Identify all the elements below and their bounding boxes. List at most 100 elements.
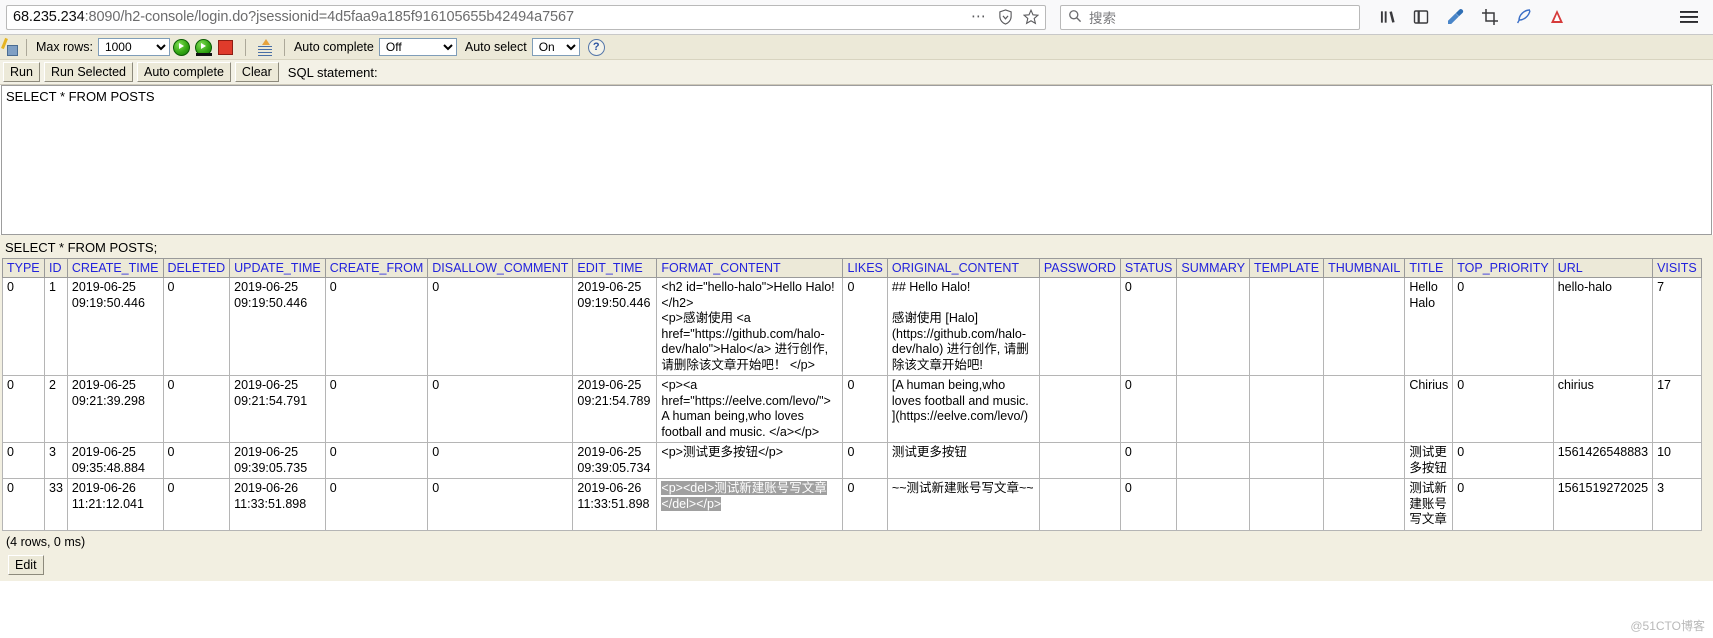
- cell-original-content[interactable]: [A human being,who loves football and mu…: [886, 375, 1040, 443]
- cell-deleted[interactable]: 0: [162, 375, 231, 443]
- column-header-status[interactable]: STATUS: [1119, 258, 1178, 278]
- table-row[interactable]: 0 3 2019-06-25 09:35:48.884 0 2019-06-25 09:…: [2, 442, 1702, 479]
- cell-likes[interactable]: 0: [842, 375, 888, 443]
- pocket-icon[interactable]: [1549, 9, 1565, 25]
- column-header-password[interactable]: PASSWORD: [1038, 258, 1121, 278]
- cell-id[interactable]: 33: [44, 478, 68, 531]
- cell-summary[interactable]: [1176, 277, 1251, 376]
- cell-type[interactable]: 0: [2, 478, 45, 531]
- sidebar-icon[interactable]: [1413, 9, 1429, 25]
- stop-button-icon[interactable]: [216, 37, 236, 57]
- cell-create-from[interactable]: 0: [324, 277, 429, 376]
- auto-complete-select[interactable]: Off: [378, 38, 457, 56]
- cell-disallow-comment[interactable]: 0: [427, 442, 574, 479]
- column-header-visits[interactable]: VISITS: [1652, 258, 1702, 278]
- cell-format-content[interactable]: <p><a href="https://eelve.com/levo/">A h…: [656, 375, 844, 443]
- cell-visits[interactable]: 10: [1652, 442, 1702, 479]
- column-header-top-priority[interactable]: TOP_PRIORITY: [1452, 258, 1554, 278]
- cell-template[interactable]: [1249, 478, 1325, 531]
- cell-original-content[interactable]: ~~测试新建账号写文章~~: [886, 478, 1040, 531]
- cell-update-time[interactable]: 2019-06-26 11:33:51.898: [229, 478, 326, 531]
- cell-thumbnail[interactable]: [1323, 277, 1406, 376]
- shield-icon[interactable]: [998, 9, 1013, 25]
- cell-disallow-comment[interactable]: 0: [427, 478, 574, 531]
- column-header-edit-time[interactable]: EDIT_TIME: [572, 258, 658, 278]
- cell-password[interactable]: [1038, 375, 1121, 443]
- column-header-url[interactable]: URL: [1552, 258, 1654, 278]
- cell-deleted[interactable]: 0: [162, 442, 231, 479]
- column-header-update-time[interactable]: UPDATE_TIME: [229, 258, 326, 278]
- column-header-create-time[interactable]: CREATE_TIME: [66, 258, 164, 278]
- cell-thumbnail[interactable]: [1323, 478, 1406, 531]
- table-row[interactable]: 0 2 2019-06-25 09:21:39.298 0 2019-06-25 09:…: [2, 375, 1702, 443]
- cell-password[interactable]: [1038, 442, 1121, 479]
- edit-button[interactable]: Edit: [8, 554, 44, 575]
- cell-create-time[interactable]: 2019-06-25 09:19:50.446: [66, 277, 164, 376]
- sql-editor[interactable]: SELECT * FROM POSTS: [1, 85, 1712, 235]
- search-box[interactable]: 搜索: [1060, 4, 1360, 30]
- cell-visits[interactable]: 7: [1652, 277, 1702, 376]
- cell-type[interactable]: 0: [2, 277, 45, 376]
- page-actions-icon[interactable]: ⋯: [971, 9, 988, 24]
- cell-create-time[interactable]: 2019-06-25 09:35:48.884: [66, 442, 164, 479]
- cell-visits[interactable]: 17: [1652, 375, 1702, 443]
- cell-likes[interactable]: 0: [842, 478, 888, 531]
- cell-visits[interactable]: 3: [1652, 478, 1702, 531]
- column-header-type[interactable]: TYPE: [2, 258, 45, 278]
- cell-url[interactable]: 1561519272025: [1552, 478, 1654, 531]
- column-header-likes[interactable]: LIKES: [842, 258, 888, 278]
- cell-original-content[interactable]: ## Hello Halo! 感谢使用 [Halo](https://github…: [886, 277, 1040, 376]
- cell-summary[interactable]: [1176, 478, 1251, 531]
- cell-thumbnail[interactable]: [1323, 375, 1406, 443]
- column-header-thumbnail[interactable]: THUMBNAIL: [1323, 258, 1406, 278]
- cell-title[interactable]: Hello Halo: [1404, 277, 1454, 376]
- cell-deleted[interactable]: 0: [162, 277, 231, 376]
- run-selected-button[interactable]: Run Selected: [43, 62, 133, 82]
- cell-update-time[interactable]: 2019-06-25 09:21:54.791: [229, 375, 326, 443]
- cell-original-content[interactable]: 测试更多按钮: [886, 442, 1040, 479]
- auto-complete-button[interactable]: Auto complete: [137, 62, 231, 82]
- cell-id[interactable]: 3: [44, 442, 68, 479]
- cell-summary[interactable]: [1176, 375, 1251, 443]
- auto-select-select[interactable]: On: [531, 38, 580, 56]
- clear-button[interactable]: Clear: [234, 62, 279, 82]
- cell-status[interactable]: 0: [1119, 478, 1178, 531]
- cell-status[interactable]: 0: [1119, 277, 1178, 376]
- cell-top-priority[interactable]: 0: [1452, 442, 1554, 479]
- cell-template[interactable]: [1249, 375, 1325, 443]
- cell-disallow-comment[interactable]: 0: [427, 375, 574, 443]
- menu-icon[interactable]: [1679, 9, 1699, 25]
- cell-disallow-comment[interactable]: 0: [427, 277, 574, 376]
- address-bar[interactable]: 68.235.234:8090/h2-console/login.do?jses…: [6, 4, 1046, 30]
- column-header-create-from[interactable]: CREATE_FROM: [324, 258, 429, 278]
- search-input[interactable]: 搜索: [1089, 7, 1116, 27]
- eyedropper-icon[interactable]: [1445, 7, 1465, 27]
- cell-create-time[interactable]: 2019-06-26 11:21:12.041: [66, 478, 164, 531]
- cell-title[interactable]: 测试新建账号写文章: [1404, 478, 1454, 531]
- cell-status[interactable]: 0: [1119, 375, 1178, 443]
- bookmark-star-icon[interactable]: [1023, 9, 1039, 25]
- cell-template[interactable]: [1249, 442, 1325, 479]
- table-row[interactable]: 0 33 2019-06-26 11:21:12.041 0 2019-06-26 11…: [2, 478, 1702, 531]
- cell-format-content[interactable]: <p>测试更多按钮</p>: [656, 442, 844, 479]
- cell-update-time[interactable]: 2019-06-25 09:39:05.735: [229, 442, 326, 479]
- cell-url[interactable]: 1561426548883: [1552, 442, 1654, 479]
- column-header-format-content[interactable]: FORMAT_CONTENT: [656, 258, 844, 278]
- cell-create-from[interactable]: 0: [324, 442, 429, 479]
- help-icon[interactable]: ?: [587, 38, 605, 56]
- column-header-template[interactable]: TEMPLATE: [1249, 258, 1325, 278]
- run-selected-button-icon[interactable]: [194, 37, 214, 57]
- cell-top-priority[interactable]: 0: [1452, 375, 1554, 443]
- cell-create-from[interactable]: 0: [324, 478, 429, 531]
- library-icon[interactable]: [1380, 9, 1397, 25]
- cell-create-time[interactable]: 2019-06-25 09:21:39.298: [66, 375, 164, 443]
- cell-format-content[interactable]: <h2 id="hello-halo">Hello Halo!</h2> <p>感…: [656, 277, 844, 376]
- run-button-icon[interactable]: [172, 37, 192, 57]
- column-header-disallow-comment[interactable]: DISALLOW_COMMENT: [427, 258, 574, 278]
- cell-url[interactable]: chirius: [1552, 375, 1654, 443]
- cell-title[interactable]: Chirius: [1404, 375, 1454, 443]
- cell-template[interactable]: [1249, 277, 1325, 376]
- cell-id[interactable]: 2: [44, 375, 68, 443]
- column-header-id[interactable]: ID: [44, 258, 68, 278]
- column-header-original-content[interactable]: ORIGINAL_CONTENT: [886, 258, 1040, 278]
